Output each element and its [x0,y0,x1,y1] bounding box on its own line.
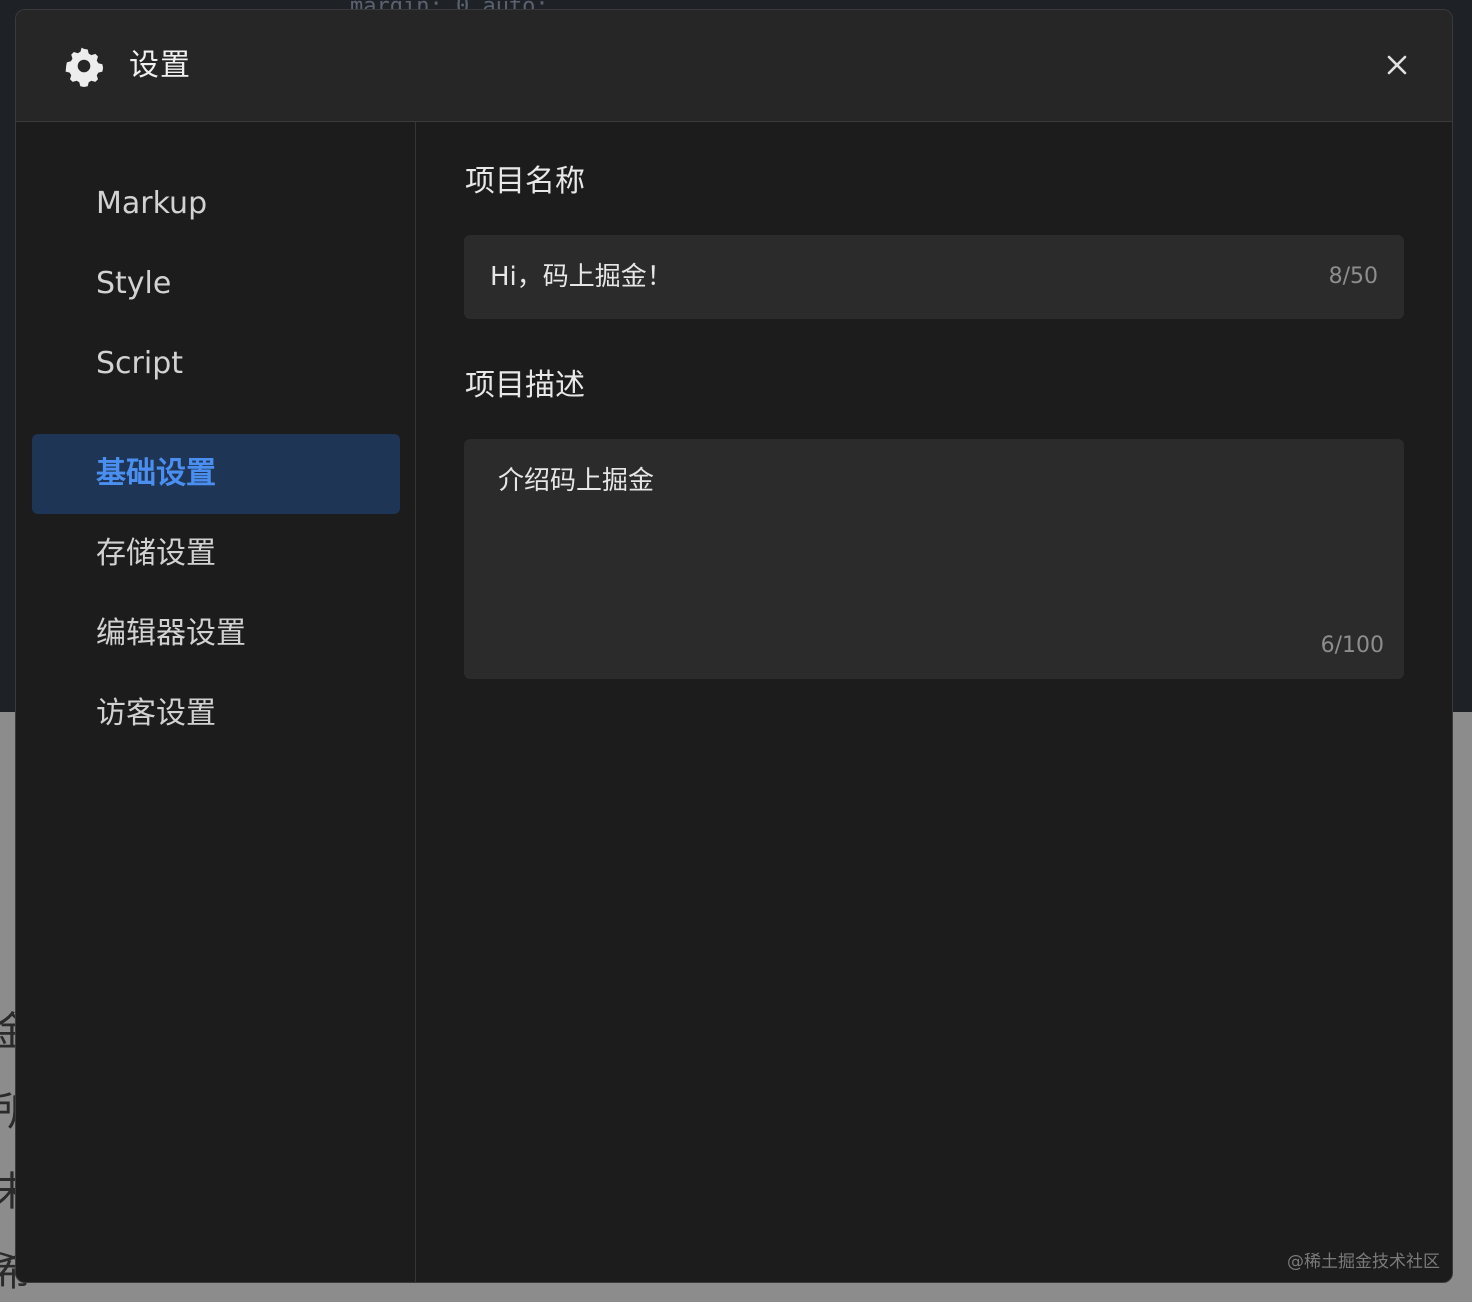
sidebar-item-script[interactable]: Script [32,324,400,404]
project-description-label: 项目描述 [465,368,585,403]
settings-sidebar: Markup Style Script 基础设置 存储设置 编辑器设置 访客设置 [16,122,416,1282]
gear-icon [65,47,104,87]
project-description-value: 介绍码上掘金 [498,466,655,496]
sidebar-item-editor-settings[interactable]: 编辑器设置 [32,594,400,674]
settings-modal: 设置 Markup Style Script 基础设置 存储设置 编辑器设置 访… [15,9,1453,1283]
sidebar-item-style[interactable]: Style [32,244,400,324]
sidebar-item-visitor-settings[interactable]: 访客设置 [32,674,400,754]
project-name-counter: 8/50 [1328,264,1378,289]
close-icon[interactable] [1382,50,1412,80]
project-name-value: Hi，码上掘金！ [490,262,673,292]
watermark: @稀土掘金技术社区 [1287,1252,1440,1272]
project-name-input[interactable]: Hi，码上掘金！ 8/50 [464,235,1404,319]
settings-main-panel: 项目名称 Hi，码上掘金！ 8/50 项目描述 介绍码上掘金 6/100 @稀土… [416,122,1452,1282]
sidebar-item-storage-settings[interactable]: 存储设置 [32,514,400,594]
project-description-textarea[interactable]: 介绍码上掘金 6/100 [464,439,1404,679]
sidebar-item-markup[interactable]: Markup [32,164,400,244]
modal-header: 设置 [16,10,1452,122]
project-name-label: 项目名称 [465,164,585,199]
modal-title: 设置 [129,48,191,83]
project-description-counter: 6/100 [1320,633,1384,658]
sidebar-item-basic-settings[interactable]: 基础设置 [32,434,400,514]
